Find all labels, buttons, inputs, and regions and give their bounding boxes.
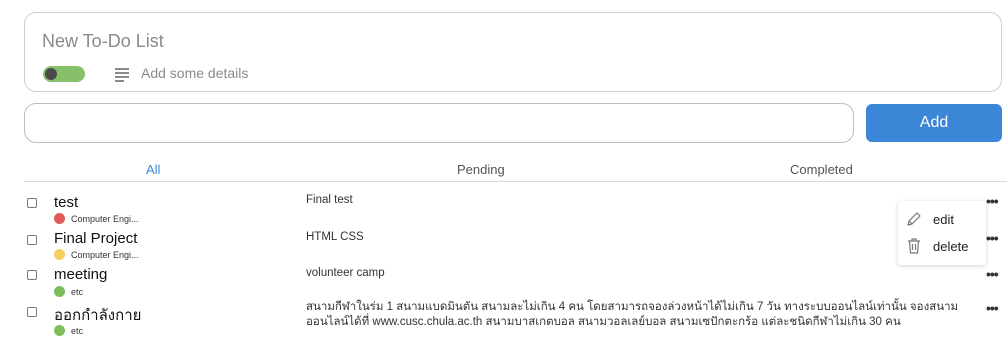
more-options-icon[interactable]: •••: [986, 193, 999, 209]
tab-all[interactable]: All: [146, 162, 160, 177]
delete-label: delete: [933, 238, 969, 254]
edit-label: edit: [933, 211, 954, 227]
item-tag: etc: [54, 325, 83, 336]
tag-label: etc: [71, 286, 84, 297]
more-options-icon[interactable]: •••: [986, 230, 999, 246]
item-description: สนามกีฬาในร่ม 1 สนามแบดมินตัน สนามละไม่เ…: [306, 301, 959, 328]
add-details-field[interactable]: Add some details: [141, 65, 248, 81]
details-lines-icon: [115, 68, 129, 82]
item-checkbox[interactable]: [27, 235, 37, 245]
item-title: ออกกำลังกาย: [54, 307, 142, 324]
add-button[interactable]: Add: [866, 104, 1002, 142]
item-description: volunteer camp: [306, 267, 385, 279]
more-options-icon[interactable]: •••: [986, 300, 999, 316]
details-toggle[interactable]: [43, 66, 85, 82]
item-title: meeting: [54, 266, 108, 283]
item-checkbox[interactable]: [27, 270, 37, 280]
item-checkbox[interactable]: [27, 198, 37, 208]
item-checkbox[interactable]: [27, 307, 37, 317]
more-options-icon[interactable]: •••: [986, 266, 999, 282]
tag-label: Computer Engi...: [71, 213, 139, 224]
new-list-card: New To-Do List Add some details: [24, 12, 1002, 92]
item-tag: Computer Engi...: [54, 213, 139, 224]
filter-tabs: All Pending Completed: [24, 160, 1007, 182]
item-tag: etc: [54, 286, 83, 297]
edit-menu-item[interactable]: edit: [904, 207, 984, 231]
tag-color-dot: [54, 213, 65, 224]
trash-icon: [908, 238, 920, 254]
item-title: test: [54, 194, 79, 211]
delete-menu-item[interactable]: delete: [904, 234, 984, 258]
item-title: Final Project: [54, 230, 138, 247]
item-context-menu: edit delete: [898, 201, 986, 265]
item-description: Final test: [306, 194, 353, 206]
task-input[interactable]: [24, 103, 854, 143]
tab-completed[interactable]: Completed: [790, 162, 853, 177]
item-description: HTML CSS: [306, 231, 364, 243]
item-tag: Computer Engi...: [54, 249, 139, 260]
tag-color-dot: [54, 249, 65, 260]
tag-color-dot: [54, 286, 65, 297]
tag-label: etc: [71, 325, 84, 336]
tab-pending[interactable]: Pending: [457, 162, 505, 177]
toggle-knob: [45, 68, 57, 80]
new-list-title[interactable]: New To-Do List: [42, 31, 164, 52]
pencil-icon: [907, 212, 921, 226]
tag-color-dot: [54, 325, 65, 336]
tag-label: Computer Engi...: [71, 249, 139, 260]
